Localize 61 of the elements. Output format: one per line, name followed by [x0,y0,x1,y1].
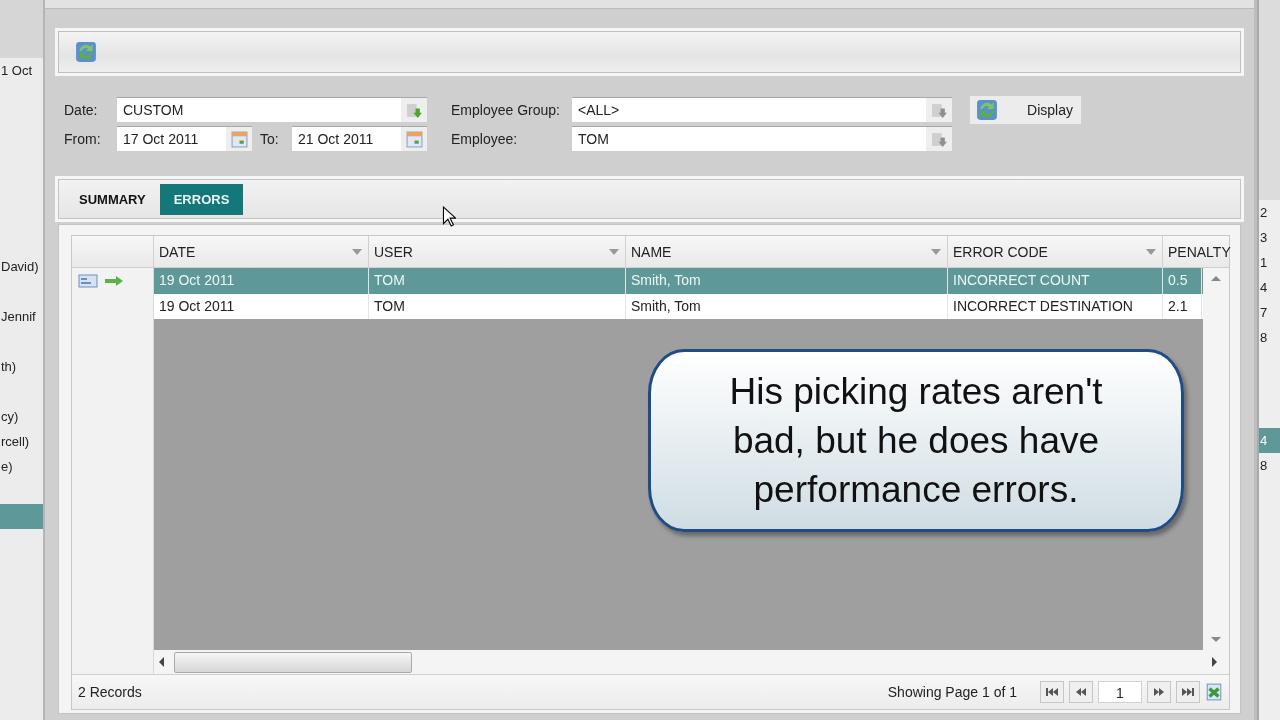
first-page-button[interactable] [1040,681,1064,703]
background-list-row[interactable]: rcell) [0,429,43,454]
spreadsheet-export-icon[interactable] [1205,683,1223,701]
table-row[interactable]: 19 Oct 2011 TOM Smith, Tom INCORRECT DESTINATION 2.1 [154,294,1203,319]
last-page-icon [1182,687,1194,697]
sort-arrow-icon[interactable] [609,248,619,255]
refresh-icon [976,98,998,121]
calendar-icon[interactable] [230,130,248,148]
fast-forward-icon [1153,687,1165,697]
background-list-row[interactable]: 1 [1259,250,1280,275]
background-list-row[interactable]: 8 [1259,325,1280,350]
page-info: Showing Page 1 of 1 [887,684,1017,700]
next-page-button[interactable] [1147,681,1171,703]
field-label: From: [64,130,102,147]
column-header[interactable]: PENALTY [1163,236,1229,267]
background-list-row[interactable]: e) [0,454,43,479]
background-list-row[interactable]: 8 [1259,453,1280,478]
dropdown-arrow-icon[interactable] [930,101,948,119]
field-label: Employee Group: [451,101,561,118]
background-list-row[interactable]: 4 [1259,275,1280,300]
callout-text: His picking rates aren't bad, but he does have performance errors. [728,370,1104,512]
background-list-row[interactable]: 7 [1259,300,1280,325]
display-button[interactable]: Display [970,95,1081,124]
row-detail-icon[interactable] [78,273,98,289]
sort-arrow-icon[interactable] [931,248,941,255]
field-label: To: [260,130,280,147]
sort-arrow-icon[interactable] [352,248,362,255]
refresh-icon[interactable] [75,41,97,63]
background-list-row[interactable]: Jennif [0,304,43,329]
column-header[interactable]: USER [369,236,626,267]
column-header[interactable]: ERROR CODE [948,236,1163,267]
column-header[interactable]: NAME [626,236,948,267]
tab[interactable]: SUMMARY [65,183,160,215]
last-page-button[interactable] [1176,681,1200,703]
right-arrow-icon [104,273,124,289]
employee-dropdown[interactable]: TOM [572,126,952,151]
background-list-row[interactable]: 2 [1259,200,1280,225]
background-list-row[interactable]: cy) [0,404,43,429]
rewind-icon [1075,687,1087,697]
scrollbar-thumb[interactable] [174,651,412,673]
date-dropdown[interactable]: CUSTOM [117,97,427,122]
page-number-field[interactable]: 1 [1098,681,1142,703]
background-list-row[interactable]: 3 [1259,225,1280,250]
field-label: Date: [64,101,99,118]
dropdown-arrow-icon[interactable] [405,101,423,119]
list-header [0,0,43,58]
record-count: 2 Records [78,684,142,700]
from-date-field[interactable]: 17 Oct 2011 [117,126,252,151]
tab[interactable]: ERRORS [159,183,244,215]
sort-arrow-icon[interactable] [1146,248,1156,255]
background-list-row[interactable]: th) [0,354,43,379]
field-label: Employee: [451,130,519,147]
to-date-field[interactable]: 21 Oct 2011 [292,126,427,151]
column-header[interactable]: DATE [154,236,369,267]
dropdown-arrow-icon[interactable] [930,130,948,148]
previous-page-button[interactable] [1069,681,1093,703]
background-list-row[interactable]: David) [0,254,43,279]
calendar-icon[interactable] [405,130,423,148]
employee-group-dropdown[interactable]: <ALL> [572,97,952,122]
first-page-icon [1046,687,1058,697]
background-list-row[interactable]: 1 Oct [0,58,43,83]
